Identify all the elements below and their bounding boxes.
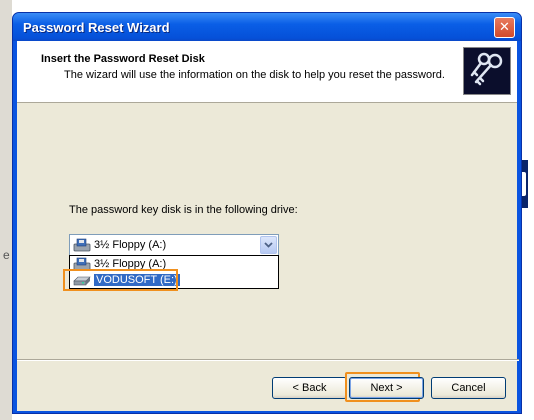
floppy-drive-icon	[73, 238, 91, 252]
password-reset-wizard-window: Password Reset Wizard ✕ Insert the Passw…	[12, 12, 522, 414]
drive-select[interactable]: 3½ Floppy (A:)	[69, 234, 279, 256]
wizard-header: Insert the Password Reset Disk The wizar…	[17, 41, 517, 103]
title-bar[interactable]: Password Reset Wizard ✕	[13, 13, 521, 41]
cancel-button[interactable]: Cancel	[431, 377, 506, 399]
chevron-down-icon	[264, 242, 273, 248]
button-separator	[17, 359, 519, 361]
close-button[interactable]: ✕	[494, 16, 515, 38]
close-icon: ✕	[499, 19, 510, 34]
background-text: e	[3, 248, 10, 262]
dropdown-button[interactable]	[260, 236, 277, 254]
page-subtitle: The wizard will use the information on t…	[64, 69, 445, 81]
window-title: Password Reset Wizard	[23, 19, 170, 35]
next-button[interactable]: Next >	[349, 377, 424, 399]
back-button[interactable]: < Back	[272, 377, 347, 399]
drive-select-value-wrap: 3½ Floppy (A:)	[70, 238, 260, 252]
drive-instruction-text: The password key disk is in the followin…	[69, 204, 298, 216]
background-window-edge	[0, 0, 12, 420]
keys-icon	[463, 47, 511, 95]
callout-highlight-drive	[63, 269, 178, 291]
wizard-body: Insert the Password Reset Disk The wizar…	[17, 41, 519, 411]
drive-select-value: 3½ Floppy (A:)	[94, 239, 167, 251]
page-title: Insert the Password Reset Disk	[41, 53, 205, 65]
